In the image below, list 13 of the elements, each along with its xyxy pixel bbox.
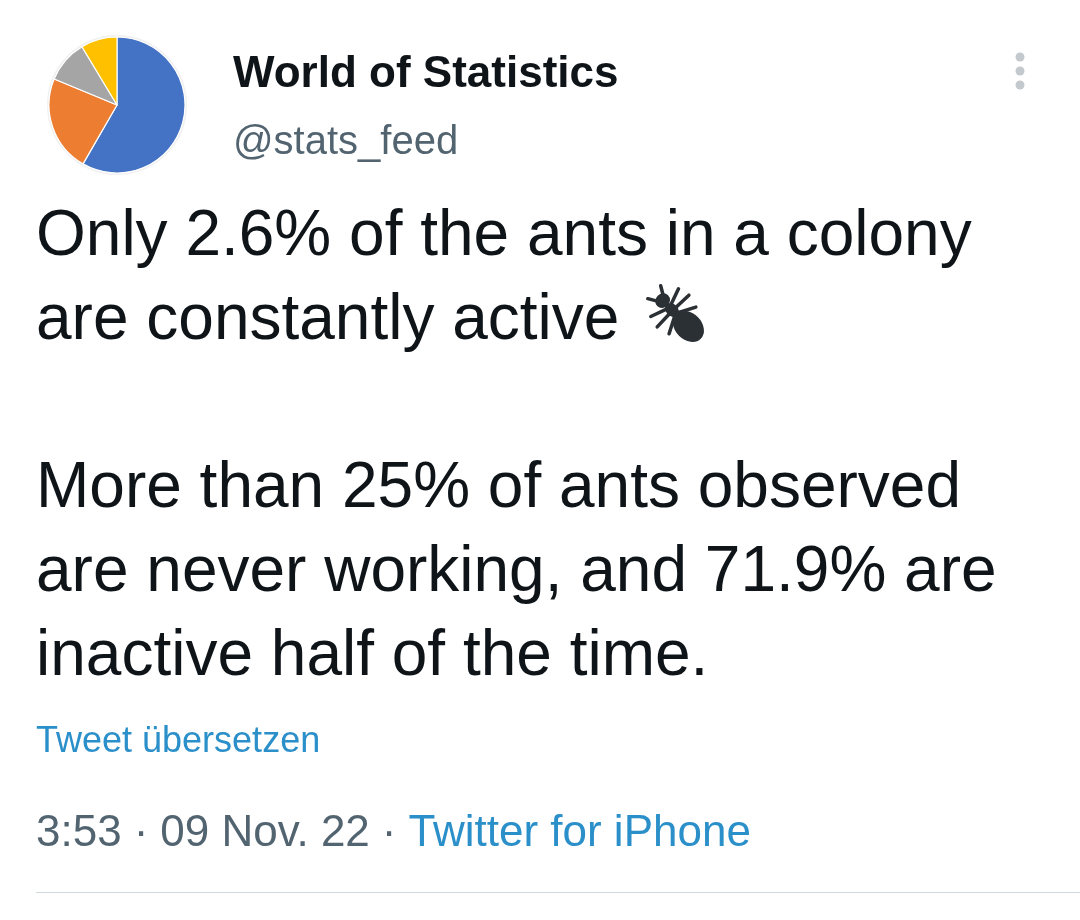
separator-dot: ·	[133, 805, 149, 857]
tweet-text: Only 2.6% of the ants in a colony	[36, 197, 972, 269]
pie-chart-icon	[47, 35, 187, 175]
tweet-time: 3:53	[36, 805, 122, 857]
more-options-icon[interactable]	[1015, 52, 1025, 90]
separator-dot: ·	[381, 805, 397, 857]
author-name: World of Statistics	[233, 46, 619, 98]
tweet-text: More than 25% of ants observed are never working, and 71.9% are inactive half of the time.	[36, 449, 997, 689]
tweet-text: are constantly active	[36, 281, 620, 353]
translate-link[interactable]: Tweet übersetzen	[36, 718, 321, 761]
tweet-date: 09 Nov. 22	[160, 805, 370, 857]
author-handle: @stats_feed	[233, 117, 459, 164]
source-link[interactable]: Twitter for iPhone	[408, 804, 751, 857]
